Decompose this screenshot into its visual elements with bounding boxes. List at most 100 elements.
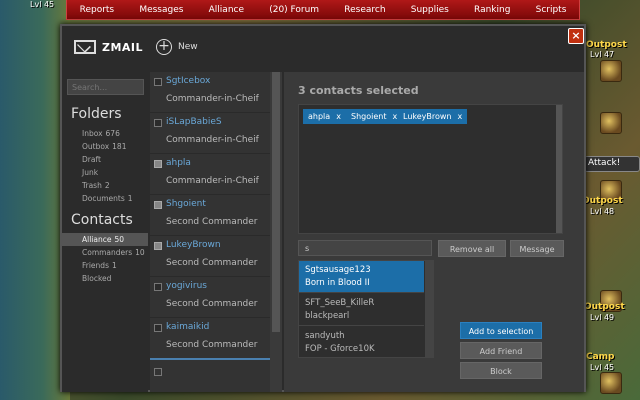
contact-checkbox[interactable]	[154, 242, 162, 250]
game-nav-bar: Reports Messages Alliance (20) Forum Res…	[66, 0, 580, 20]
folder-inbox[interactable]: Inbox 676	[62, 127, 148, 140]
result-item[interactable]: sandyuth FOP - Gforce10K	[299, 327, 424, 357]
contact-group-friends[interactable]: Friends 1	[62, 259, 148, 272]
envelope-icon	[74, 40, 96, 54]
contact-row[interactable]: SgtIcebox Commander-in-Cheif	[150, 72, 270, 113]
contact-group-blocked[interactable]: Blocked	[62, 272, 148, 285]
add-friend-button[interactable]: Add Friend	[460, 342, 542, 359]
contact-name[interactable]: ahpla	[166, 158, 191, 168]
folder-label: Junk	[82, 168, 99, 177]
plus-icon: +	[156, 39, 172, 55]
contact-group-commanders[interactable]: Commanders 10	[62, 246, 148, 259]
group-label: Friends	[82, 261, 109, 270]
tags-scrollbar[interactable]	[556, 105, 562, 233]
add-to-selection-button[interactable]: Add to selection	[460, 322, 542, 339]
folder-count: 1	[127, 194, 133, 203]
contact-name[interactable]: SgtIcebox	[166, 76, 210, 86]
nav-ranking[interactable]: Ranking	[474, 5, 510, 15]
result-alliance: FOP - Gforce10K	[305, 344, 375, 354]
close-button[interactable]: ×	[568, 28, 584, 44]
block-button[interactable]: Block	[460, 362, 542, 379]
search-results-list: Sgtsausage123 Born in Blood II SFT_SeeB_…	[298, 260, 434, 358]
folder-count: 676	[105, 129, 120, 138]
result-alliance: blackpearl	[305, 311, 350, 321]
nav-supplies[interactable]: Supplies	[411, 5, 449, 15]
remove-tag-icon[interactable]: x	[392, 112, 397, 121]
outpost-icon[interactable]	[600, 112, 622, 134]
group-count: 50	[114, 235, 125, 244]
search-input[interactable]	[67, 79, 144, 95]
folder-outbox[interactable]: Outbox 181	[62, 140, 148, 153]
contact-name[interactable]: kaimaikid	[166, 322, 209, 332]
remove-tag-icon[interactable]: x	[336, 112, 341, 121]
new-label: New	[178, 42, 198, 52]
result-alliance: Born in Blood II	[305, 278, 370, 288]
outpost-level: Lvl 48	[590, 207, 615, 216]
contact-role: Second Commander	[166, 299, 258, 309]
contact-row[interactable]: LukeyBrown Second Commander	[150, 236, 270, 277]
attack-badge[interactable]: Attack!	[584, 156, 640, 172]
folder-count: 2	[104, 181, 110, 190]
contacts-heading: Contacts	[71, 212, 133, 228]
contact-checkbox[interactable]	[154, 324, 162, 332]
contacts-list: SgtIcebox Commander-in-Cheif iSLapBabieS…	[150, 72, 282, 392]
selected-tag: Shgoient x	[346, 109, 403, 124]
outpost-icon[interactable]	[600, 60, 622, 82]
nav-alliance[interactable]: Alliance	[209, 5, 244, 15]
group-label: Commanders	[82, 248, 133, 257]
folder-junk[interactable]: Junk	[62, 166, 148, 179]
tag-label: Shgoient	[351, 112, 387, 121]
contact-name[interactable]: yogivirus	[166, 281, 207, 291]
remove-tag-icon[interactable]: x	[458, 112, 463, 121]
results-scrollbar[interactable]	[425, 261, 433, 357]
zmail-title: ZMAIL	[102, 40, 144, 54]
nav-messages[interactable]: Messages	[139, 5, 183, 15]
result-player: SFT_SeeB_KilleR	[305, 298, 375, 308]
contacts-scrollbar[interactable]	[272, 72, 280, 332]
contact-group-alliance[interactable]: Alliance 50	[62, 233, 148, 246]
contact-role: Commander-in-Cheif	[166, 94, 259, 104]
contact-row[interactable]: kaimaikid Second Commander	[150, 318, 270, 359]
folder-trash[interactable]: Trash 2	[62, 179, 148, 192]
nav-research[interactable]: Research	[344, 5, 385, 15]
nav-reports[interactable]: Reports	[80, 5, 115, 15]
contact-checkbox[interactable]	[154, 119, 162, 127]
camp-level: Lvl 45	[590, 363, 615, 372]
contact-checkbox[interactable]	[154, 201, 162, 209]
folder-draft[interactable]: Draft	[62, 153, 148, 166]
contact-row[interactable]: iSLapBabieS Commander-in-Cheif	[150, 113, 270, 154]
message-button[interactable]: Message	[510, 240, 564, 257]
zmail-logo: ZMAIL	[74, 40, 143, 54]
new-message-button[interactable]: + New	[156, 39, 198, 55]
contact-checkbox[interactable]	[154, 78, 162, 86]
contact-name[interactable]: Shgoient	[166, 199, 206, 209]
folder-documents[interactable]: Documents 1	[62, 192, 148, 205]
outpost-level: Lvl 49	[590, 313, 615, 322]
nav-forum[interactable]: (20) Forum	[269, 5, 319, 15]
result-item[interactable]: SFT_SeeB_KilleR blackpearl	[299, 294, 424, 326]
nav-scripts[interactable]: Scripts	[536, 5, 567, 15]
folder-label: Trash	[82, 181, 102, 190]
group-label: Blocked	[82, 274, 112, 283]
contact-row[interactable]: ahpla Commander-in-Cheif	[150, 154, 270, 195]
contact-checkbox[interactable]	[154, 368, 162, 376]
contact-name[interactable]: LukeyBrown	[166, 240, 221, 250]
outpost-label: Outpost	[584, 302, 625, 312]
result-player: Sgtsausage123	[305, 265, 371, 275]
camp-icon[interactable]	[600, 372, 622, 394]
contact-checkbox[interactable]	[154, 160, 162, 168]
contact-checkbox[interactable]	[154, 283, 162, 291]
contact-row[interactable]: Shgoient Second Commander	[150, 195, 270, 236]
remove-all-button[interactable]: Remove all	[438, 240, 506, 257]
contact-filter-input[interactable]	[298, 240, 432, 256]
contact-row[interactable]: yogivirus Second Commander	[150, 277, 270, 318]
folder-label: Documents	[82, 194, 125, 203]
result-item[interactable]: Sgtsausage123 Born in Blood II	[299, 261, 424, 293]
result-player: sandyuth	[305, 331, 345, 341]
map-level-label: Lvl 45	[30, 0, 55, 9]
group-count: 1	[111, 261, 117, 270]
selected-tag: ahpla x	[303, 109, 346, 124]
contact-row-empty[interactable]	[150, 358, 270, 392]
group-label: Alliance	[82, 235, 112, 244]
contact-name[interactable]: iSLapBabieS	[166, 117, 222, 127]
